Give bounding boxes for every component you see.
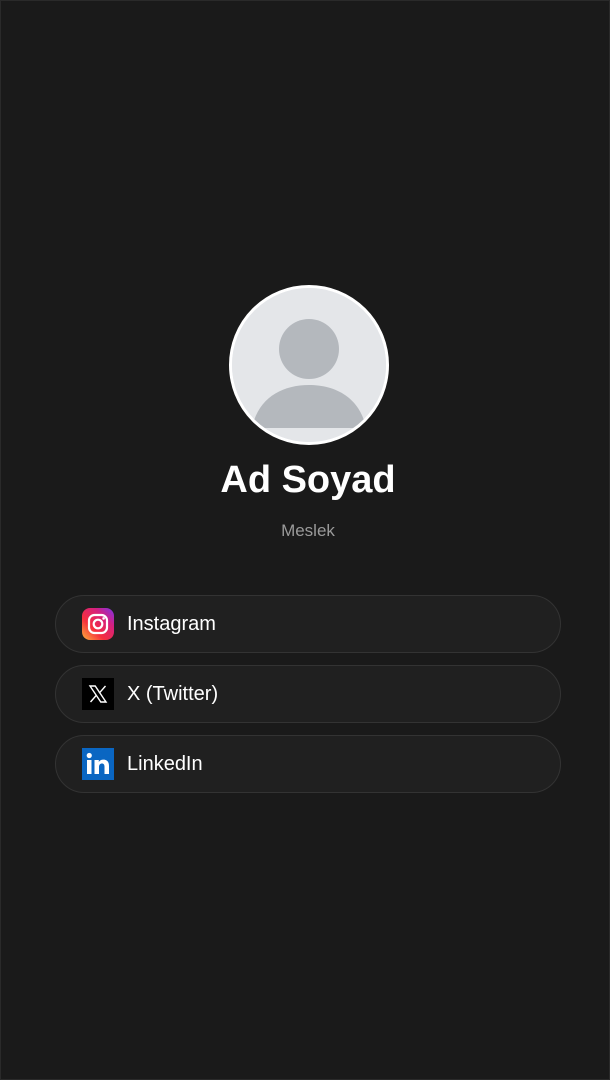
profile-profession: Meslek [281,521,335,540]
linkedin-link[interactable]: LinkedIn [55,735,561,793]
linkedin-icon [82,748,114,780]
default-user-avatar-icon [232,288,386,442]
instagram-label: Instagram [127,613,216,635]
x-twitter-link[interactable]: X (Twitter) [55,665,561,723]
avatar [229,285,389,445]
x-twitter-label: X (Twitter) [127,683,219,705]
instagram-link[interactable]: Instagram [55,595,561,653]
social-links-list: Instagram X (Twitter) LinkedIn [55,595,561,805]
profile-name: Ad Soyad [220,459,396,501]
linkedin-label: LinkedIn [127,753,203,775]
x-twitter-icon [82,678,114,710]
instagram-icon [82,608,114,640]
